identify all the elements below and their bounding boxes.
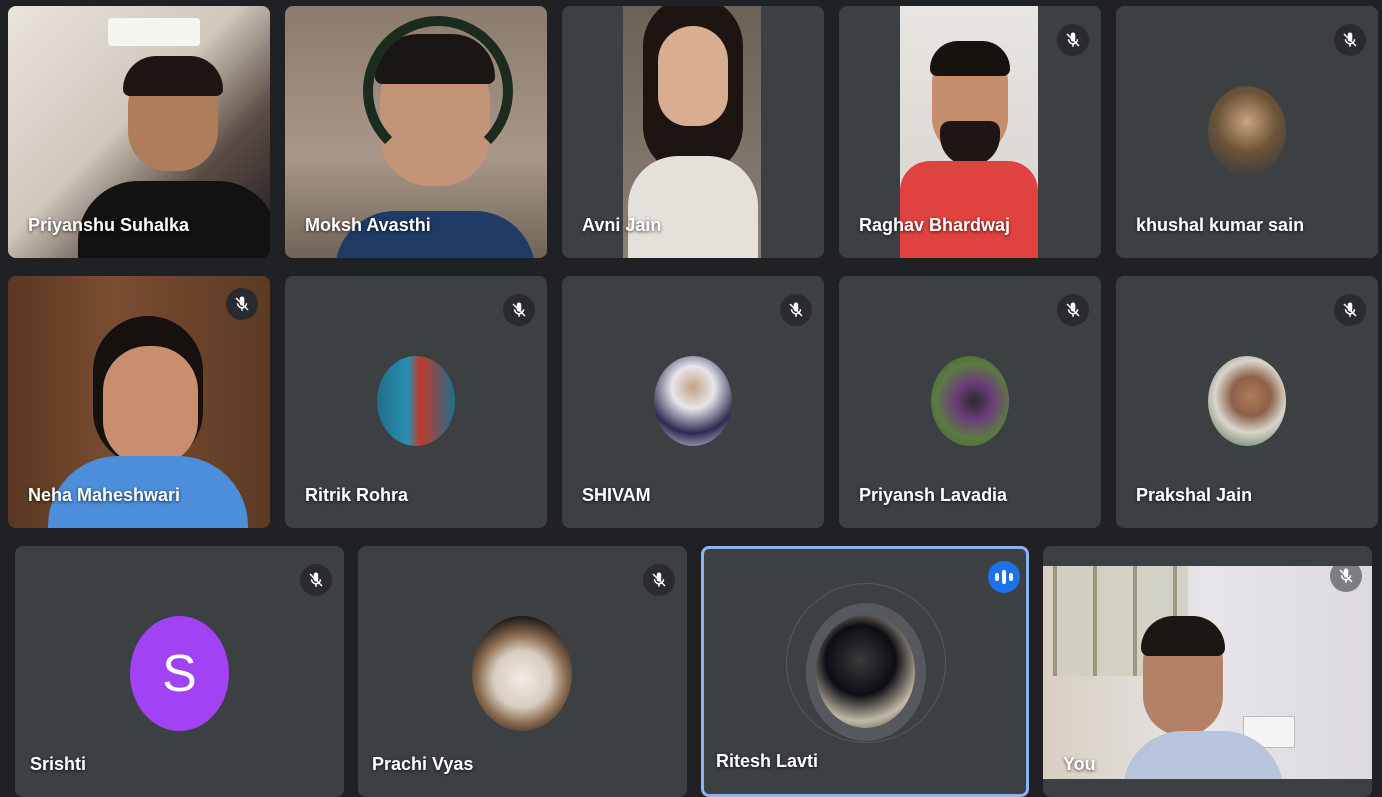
participant-name: SHIVAM [582, 485, 651, 505]
participant-name: Priyansh Lavadia [859, 485, 1008, 505]
participant-tile-khushal-kumar-sain[interactable]: khushal kumar sain [1116, 6, 1378, 258]
participant-tile-ritrik-rohra[interactable]: Ritrik Rohra [285, 276, 547, 528]
participant-name: Ritesh Lavti [716, 751, 819, 771]
participant-name: Priyanshu Suhalka [28, 215, 190, 235]
profile-avatar [654, 356, 732, 446]
mic-off-icon [1334, 294, 1366, 326]
mic-off-icon [643, 564, 675, 596]
participant-name: Srishti [30, 754, 87, 774]
participant-tile-prakshal-jain[interactable]: Prakshal Jain [1116, 276, 1378, 528]
participant-tile-srishti[interactable]: S Srishti [15, 546, 344, 797]
profile-avatar [1208, 86, 1286, 176]
participant-tile-you[interactable]: You [1043, 546, 1372, 797]
participant-tile-prachi-vyas[interactable]: Prachi Vyas [358, 546, 687, 797]
participant-name: Prachi Vyas [372, 754, 474, 774]
mic-off-icon [1330, 560, 1362, 592]
mic-off-icon [780, 294, 812, 326]
participant-tile-shivam[interactable]: SHIVAM [562, 276, 824, 528]
mic-off-icon [503, 294, 535, 326]
profile-avatar [377, 356, 455, 446]
participant-name: Raghav Bhardwaj [859, 215, 1011, 235]
participant-name: Prakshal Jain [1136, 485, 1253, 505]
participant-tile-moksh-avasthi[interactable]: Moksh Avasthi [285, 6, 547, 258]
participant-tile-priyanshu-suhalka[interactable]: Priyanshu Suhalka [8, 6, 270, 258]
participant-name: Neha Maheshwari [28, 485, 181, 505]
participant-name: khushal kumar sain [1136, 215, 1305, 235]
participant-tile-neha-maheshwari[interactable]: Neha Maheshwari [8, 276, 270, 528]
participant-tile-avni-jain[interactable]: Avni Jain [562, 6, 824, 258]
mic-off-icon [1057, 294, 1089, 326]
participant-tile-priyansh-lavadia[interactable]: Priyansh Lavadia [839, 276, 1101, 528]
participant-tile-raghav-bhardwaj[interactable]: Raghav Bhardwaj [839, 6, 1101, 258]
profile-avatar [1208, 356, 1286, 446]
participant-name: You [1063, 754, 1096, 774]
mic-off-icon [226, 288, 258, 320]
profile-avatar [472, 616, 572, 731]
profile-avatar [816, 615, 915, 728]
initial-avatar: S [130, 616, 229, 731]
mic-off-icon [1334, 24, 1366, 56]
profile-avatar [931, 356, 1009, 446]
participant-name: Avni Jain [582, 215, 662, 235]
participant-name: Moksh Avasthi [305, 215, 431, 235]
participant-name: Ritrik Rohra [305, 485, 409, 505]
mic-off-icon [300, 564, 332, 596]
speaking-indicator-icon [988, 561, 1020, 593]
self-video [1043, 566, 1372, 779]
participant-tile-ritesh-lavti[interactable]: Ritesh Lavti [701, 546, 1029, 797]
mic-off-icon [1057, 24, 1089, 56]
